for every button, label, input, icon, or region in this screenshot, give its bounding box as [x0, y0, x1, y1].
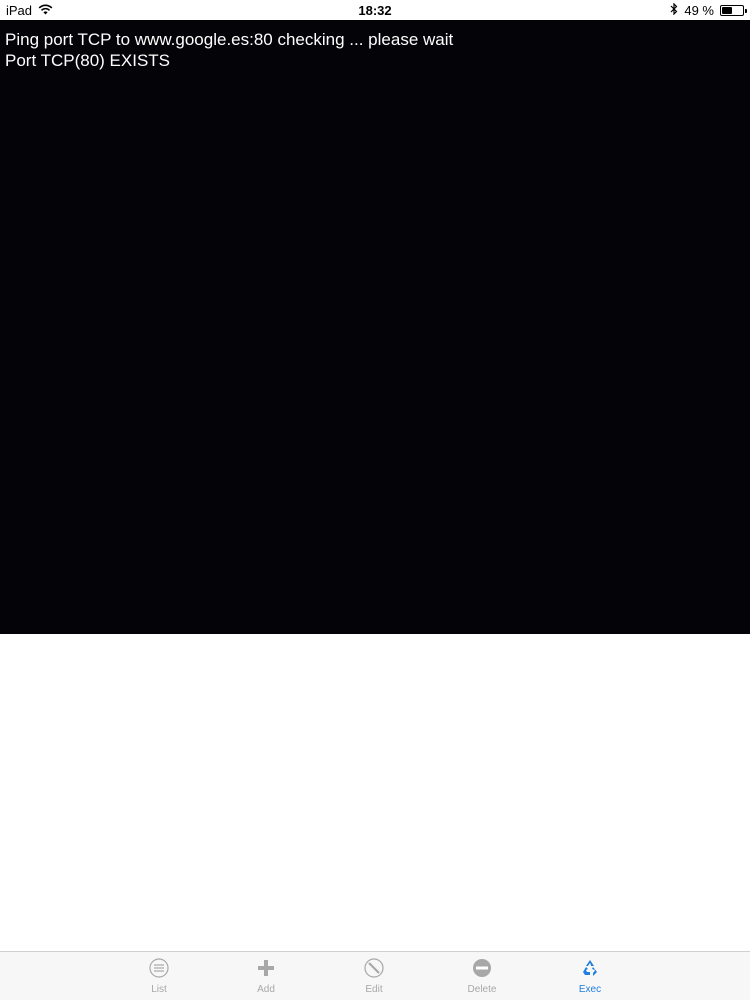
plus-icon: [258, 960, 274, 976]
tab-add[interactable]: Add: [236, 958, 296, 995]
edit-icon: [364, 958, 384, 978]
tab-label: Delete: [467, 984, 497, 995]
tab-label: Edit: [365, 984, 383, 995]
tab-edit[interactable]: Edit: [344, 958, 404, 995]
tab-label: Add: [257, 984, 275, 995]
console-output: Ping port TCP to www.google.es:80 checki…: [0, 20, 750, 634]
tab-delete[interactable]: Delete: [452, 958, 512, 995]
list-icon: [149, 958, 169, 978]
console-line: Ping port TCP to www.google.es:80 checki…: [5, 30, 454, 49]
battery-icon: [720, 5, 747, 16]
tab-list[interactable]: List: [129, 958, 189, 995]
battery-percentage: 49 %: [684, 3, 714, 18]
status-time: 18:32: [358, 3, 392, 18]
tab-exec[interactable]: Exec: [560, 958, 620, 995]
status-bar: iPad 18:32 49 %: [0, 0, 750, 20]
tab-label: List: [151, 984, 167, 995]
minus-icon: [473, 959, 491, 977]
battery-level-fill: [722, 7, 732, 14]
tab-bar: List Add Edit Delete Exec: [0, 951, 750, 1000]
status-right: 49 %: [670, 2, 747, 18]
battery-tip: [745, 9, 747, 13]
bluetooth-icon: [670, 2, 678, 18]
recycle-icon: [583, 960, 597, 976]
console-line: Port TCP(80) EXISTS: [5, 51, 171, 70]
tab-label: Exec: [578, 984, 602, 995]
